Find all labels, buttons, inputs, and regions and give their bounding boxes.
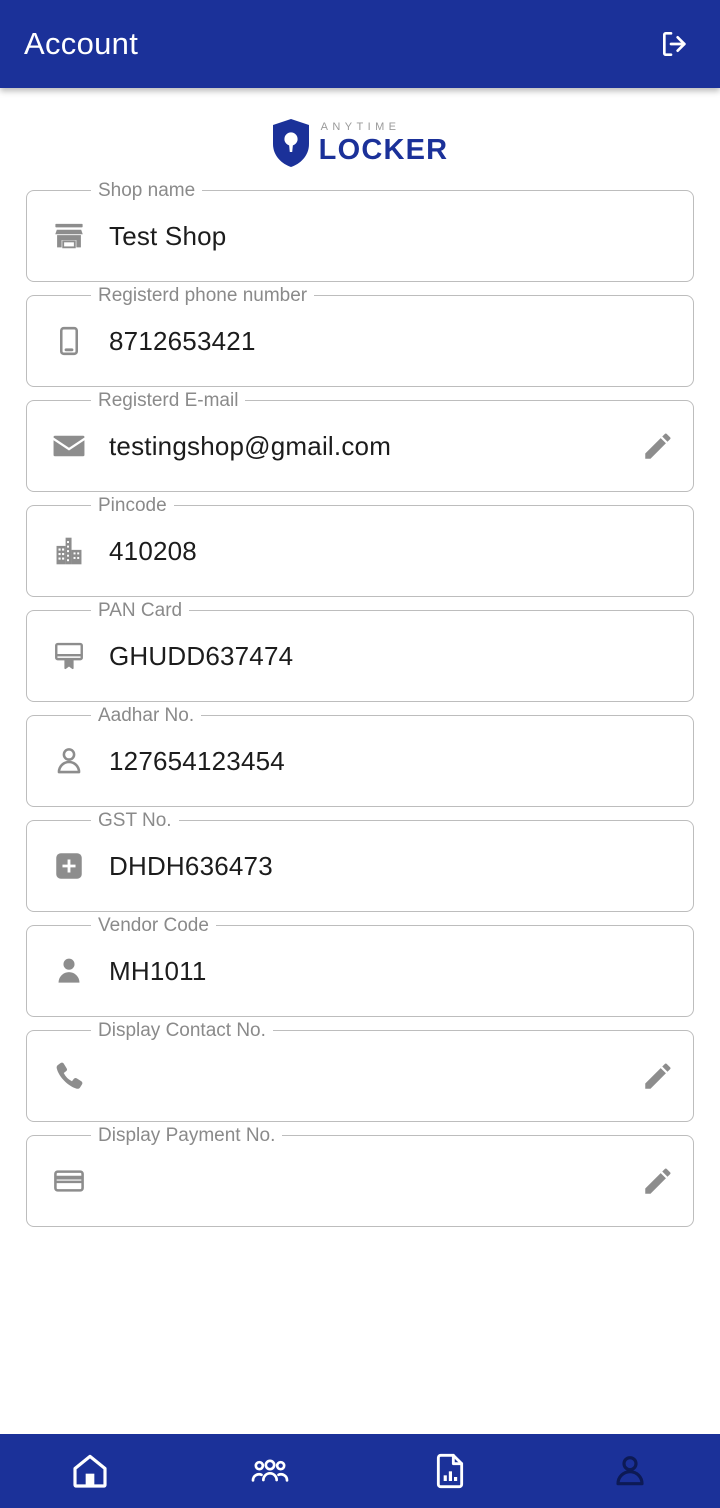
logout-icon: [663, 32, 686, 56]
field-label: Registerd E-mail: [91, 390, 246, 412]
field-value[interactable]: [109, 1062, 637, 1090]
phone-icon: [49, 1056, 89, 1096]
field-registerd-phone-number: Registerd phone number 8712653421: [26, 285, 694, 387]
field-label: Display Payment No.: [91, 1125, 283, 1147]
field-value: GHUDD637474: [109, 640, 294, 671]
nav-item-clients[interactable]: [180, 1434, 360, 1508]
field-label: GST No.: [91, 810, 179, 832]
account-content: ANYTIME LOCKER Shop name Test Shop Registe…: [0, 88, 720, 1434]
field-shop-name: Shop name Test Shop: [26, 180, 694, 282]
field-value[interactable]: [109, 1167, 637, 1195]
email-icon: [49, 426, 89, 466]
nav-item-reports[interactable]: [360, 1434, 540, 1508]
bottom-navigation: [0, 1434, 720, 1508]
field-value: MH1011: [109, 955, 207, 986]
field-pincode: Pincode 410208: [26, 495, 694, 597]
field-display-contact-no[interactable]: Display Contact No.: [26, 1020, 694, 1122]
field-vendor-code: Vendor Code MH1011: [26, 915, 694, 1017]
field-label: PAN Card: [91, 600, 190, 622]
field-gst-no: GST No. DHDH636473: [26, 810, 694, 912]
storefront-icon: [49, 216, 89, 256]
field-aadhar-no: Aadhar No. 127654123454: [26, 705, 694, 807]
person-outline-icon: [49, 741, 89, 781]
group-icon: [251, 1459, 289, 1482]
field-value: 8712653421: [109, 325, 256, 356]
nav-item-account[interactable]: [540, 1434, 720, 1508]
edit-pencil-icon[interactable]: [637, 425, 679, 467]
field-pan-card: PAN Card GHUDD637474: [26, 600, 694, 702]
field-label: Registerd phone number: [91, 285, 315, 307]
field-value: DHDH636473: [109, 850, 273, 881]
field-label: Pincode: [91, 495, 174, 517]
field-label: Shop name: [91, 180, 203, 202]
id-card-icon: [49, 636, 89, 676]
person-filled-icon: [49, 951, 89, 991]
field-value: 127654123454: [109, 745, 285, 776]
brand-top-word: ANYTIME: [320, 120, 401, 133]
account-icon: [616, 1456, 644, 1486]
page-title: Account: [24, 26, 139, 61]
field-value[interactable]: testingshop@gmail.com: [109, 431, 637, 462]
nav-item-home[interactable]: [0, 1434, 180, 1508]
logout-button[interactable]: [652, 21, 698, 67]
account-fields-list: Shop name Test Shop Registerd phone number…: [0, 180, 720, 1227]
field-label: Aadhar No.: [91, 705, 202, 727]
plus-square-icon: [49, 846, 89, 886]
buildings-icon: [49, 531, 89, 571]
field-registerd-e-mail[interactable]: Registerd E-mail testingshop@gmail.com: [26, 390, 694, 492]
report-icon: [436, 1453, 464, 1489]
field-value: Test Shop: [109, 220, 227, 251]
credit-card-icon: [49, 1161, 89, 1201]
field-display-payment-no[interactable]: Display Payment No.: [26, 1125, 694, 1227]
edit-pencil-icon[interactable]: [637, 1055, 679, 1097]
smartphone-icon: [49, 321, 89, 361]
shield-keyhole-icon: [272, 119, 309, 167]
home-icon: [73, 1454, 107, 1488]
field-value: 410208: [109, 535, 197, 566]
field-label: Vendor Code: [91, 915, 216, 937]
brand-logo: ANYTIME LOCKER: [0, 88, 720, 190]
brand-main-word: LOCKER: [318, 133, 449, 166]
field-label: Display Contact No.: [91, 1020, 273, 1042]
edit-pencil-icon[interactable]: [637, 1160, 679, 1202]
app-header: Account: [0, 0, 720, 88]
